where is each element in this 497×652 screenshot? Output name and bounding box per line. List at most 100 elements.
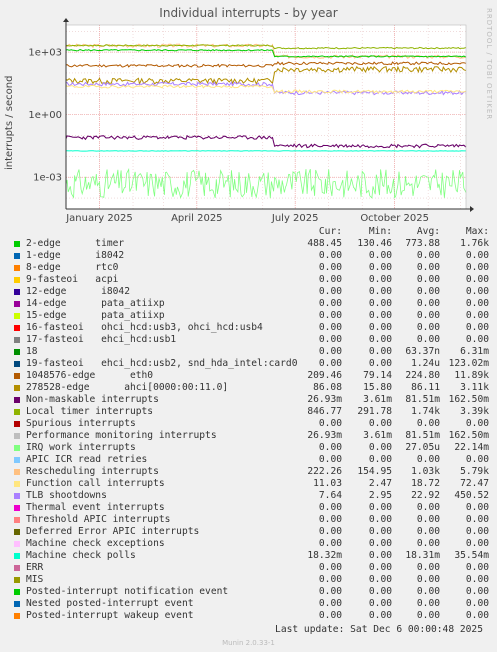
legend-min-value: 0.00 [368,454,392,465]
legend-cur-value: 0.00 [318,526,342,537]
legend-avg-value: 0.00 [416,538,440,549]
legend-avg-value: 22.92 [411,490,440,501]
legend-min-value: 0.00 [368,550,392,561]
legend-avg-value: 0.00 [416,322,440,333]
legend-max-value: 0.00 [465,322,489,333]
legend-avg-value: 0.00 [416,286,440,297]
x-tick-label: April 2025 [171,213,222,224]
legend-cur-value: 0.00 [318,610,342,621]
legend-label: Nested posted-interrupt event [26,598,194,609]
legend-swatch [14,577,20,583]
legend-swatch [14,457,20,463]
legend-max-value: 450.52 [454,490,489,501]
legend-avg-value: 0.00 [416,562,440,573]
legend-avg-value: 1.24u [411,358,440,369]
legend-label: Machine check exceptions [26,538,165,549]
legend-cur-value: 0.00 [318,586,342,597]
legend-max-value: 0.00 [465,502,489,513]
legend-label: MIS [26,574,44,585]
legend-avg-value: 0.00 [416,262,440,273]
legend-max-value: 72.47 [460,478,489,489]
legend-avg-value: 27.05u [405,442,440,453]
legend-max-value: 0.00 [465,310,489,321]
legend-label: Non-maskable interrupts [26,394,159,405]
legend-max-value: 0.00 [465,250,489,261]
legend-item: Machine check polls 18.32m 0.00 18.31m 35.54… [12,550,489,562]
legend-cur-value: 0.00 [318,298,342,309]
legend-cur-value: 0.00 [318,286,342,297]
legend-item: 12-edge i8042 0.00 0.00 0.00 0.00 [12,286,489,298]
legend-swatch [14,313,20,319]
legend-item: Nested posted-interrupt event 0.00 0.00 0.0… [12,598,489,610]
legend-label: Rescheduling interrupts [26,466,159,477]
legend-swatch [14,421,20,427]
legend-item: Posted-interrupt wakeup event 0.00 0.00 0.0… [12,610,489,622]
legend-cur-value: 0.00 [318,274,342,285]
legend-swatch [14,613,20,619]
legend-rows: 2-edge timer 488.45 130.46 773.88 1.76k 1-edg… [12,238,489,622]
legend-cur-value: 0.00 [318,598,342,609]
legend-min-value: 0.00 [368,262,392,273]
legend-avg-value: 0.00 [416,454,440,465]
legend-item: 9-fasteoi acpi 0.00 0.00 0.00 0.00 [12,274,489,286]
legend-item: ERR 0.00 0.00 0.00 0.00 [12,562,489,574]
legend-max-value: 162.50m [448,394,489,405]
legend-cur-value: 0.00 [318,418,342,429]
legend-item: MIS 0.00 0.00 0.00 0.00 [12,574,489,586]
legend-item: 17-fasteoi ehci_hcd:usb1 0.00 0.00 0.00 0.00 [12,334,489,346]
legend-cur-value: 209.46 [307,370,342,381]
legend-cur-value: 0.00 [318,250,342,261]
legend-item: Threshold APIC interrupts 0.00 0.00 0.00 0.0… [12,514,489,526]
legend-cur-value: 86.08 [313,382,342,393]
legend-min-value: 3.61m [363,394,392,405]
legend-swatch [14,565,20,571]
legend-max-value: 0.00 [465,574,489,585]
legend-swatch [14,289,20,295]
legend-min-value: 0.00 [368,442,392,453]
legend-label: 18 [26,346,38,357]
legend-swatch [14,445,20,451]
legend-item: Function call interrupts 11.03 2.47 18.72 72… [12,478,489,490]
legend-label: 278528-edge ahci[0000:00:11.0] [26,382,229,393]
legend-avg-value: 0.00 [416,250,440,261]
legend-item: TLB shootdowns 7.64 2.95 22.92 450.52 [12,490,489,502]
legend-item: Non-maskable interrupts 26.93m 3.61m 81.51m… [12,394,489,406]
legend-swatch [14,265,20,271]
legend-item: 8-edge rtc0 0.00 0.00 0.00 0.00 [12,262,489,274]
legend-cur-value: 0.00 [318,322,342,333]
legend-max-value: 11.89k [454,370,489,381]
legend-cur-value: 0.00 [318,514,342,525]
y-tick-label: 1e-03 [33,173,62,184]
legend-min-value: 0.00 [368,586,392,597]
legend-avg-value: 18.31m [405,550,440,561]
legend-swatch [14,541,20,547]
legend-swatch [14,553,20,559]
legend-item: Performance monitoring interrupts 26.93m 3… [12,430,489,442]
legend-cur-value: 0.00 [318,358,342,369]
last-update: Last update: Sat Dec 6 00:00:48 2025 [275,624,483,635]
x-tick-label: October 2025 [360,213,429,224]
legend-label: 12-edge i8042 [26,286,130,297]
legend-avg-value: 86.11 [411,382,440,393]
legend-label: 15-edge pata_atiixp [26,310,165,321]
legend-max-value: 1.76k [460,238,489,249]
legend-label: 8-edge rtc0 [26,262,119,273]
legend-max-value: 0.00 [465,418,489,429]
legend-cur-value: 0.00 [318,454,342,465]
legend-min-value: 0.00 [368,250,392,261]
legend-max-value: 22.14m [454,442,489,453]
legend-cur-value: 0.00 [318,262,342,273]
legend-label: Local timer interrupts [26,406,154,417]
legend-max-value: 35.54m [454,550,489,561]
legend-cur-value: 26.93m [307,394,342,405]
legend-min-value: 291.78 [357,406,392,417]
legend-max-value: 6.31m [460,346,489,357]
x-axis-arrow [470,206,474,212]
legend-item: 16-fasteoi ohci_hcd:usb3, ohci_hcd:usb4 0… [12,322,489,334]
legend-min-value: 0.00 [368,610,392,621]
last-update-label: Last update: [275,624,345,635]
legend: Cur: Min: Avg: Max: 2-edge timer 488.45 13… [12,226,489,622]
legend-item: Thermal event interrupts 0.00 0.00 0.00 0.00 [12,502,489,514]
legend-swatch [14,493,20,499]
legend-min-value: 0.00 [368,574,392,585]
